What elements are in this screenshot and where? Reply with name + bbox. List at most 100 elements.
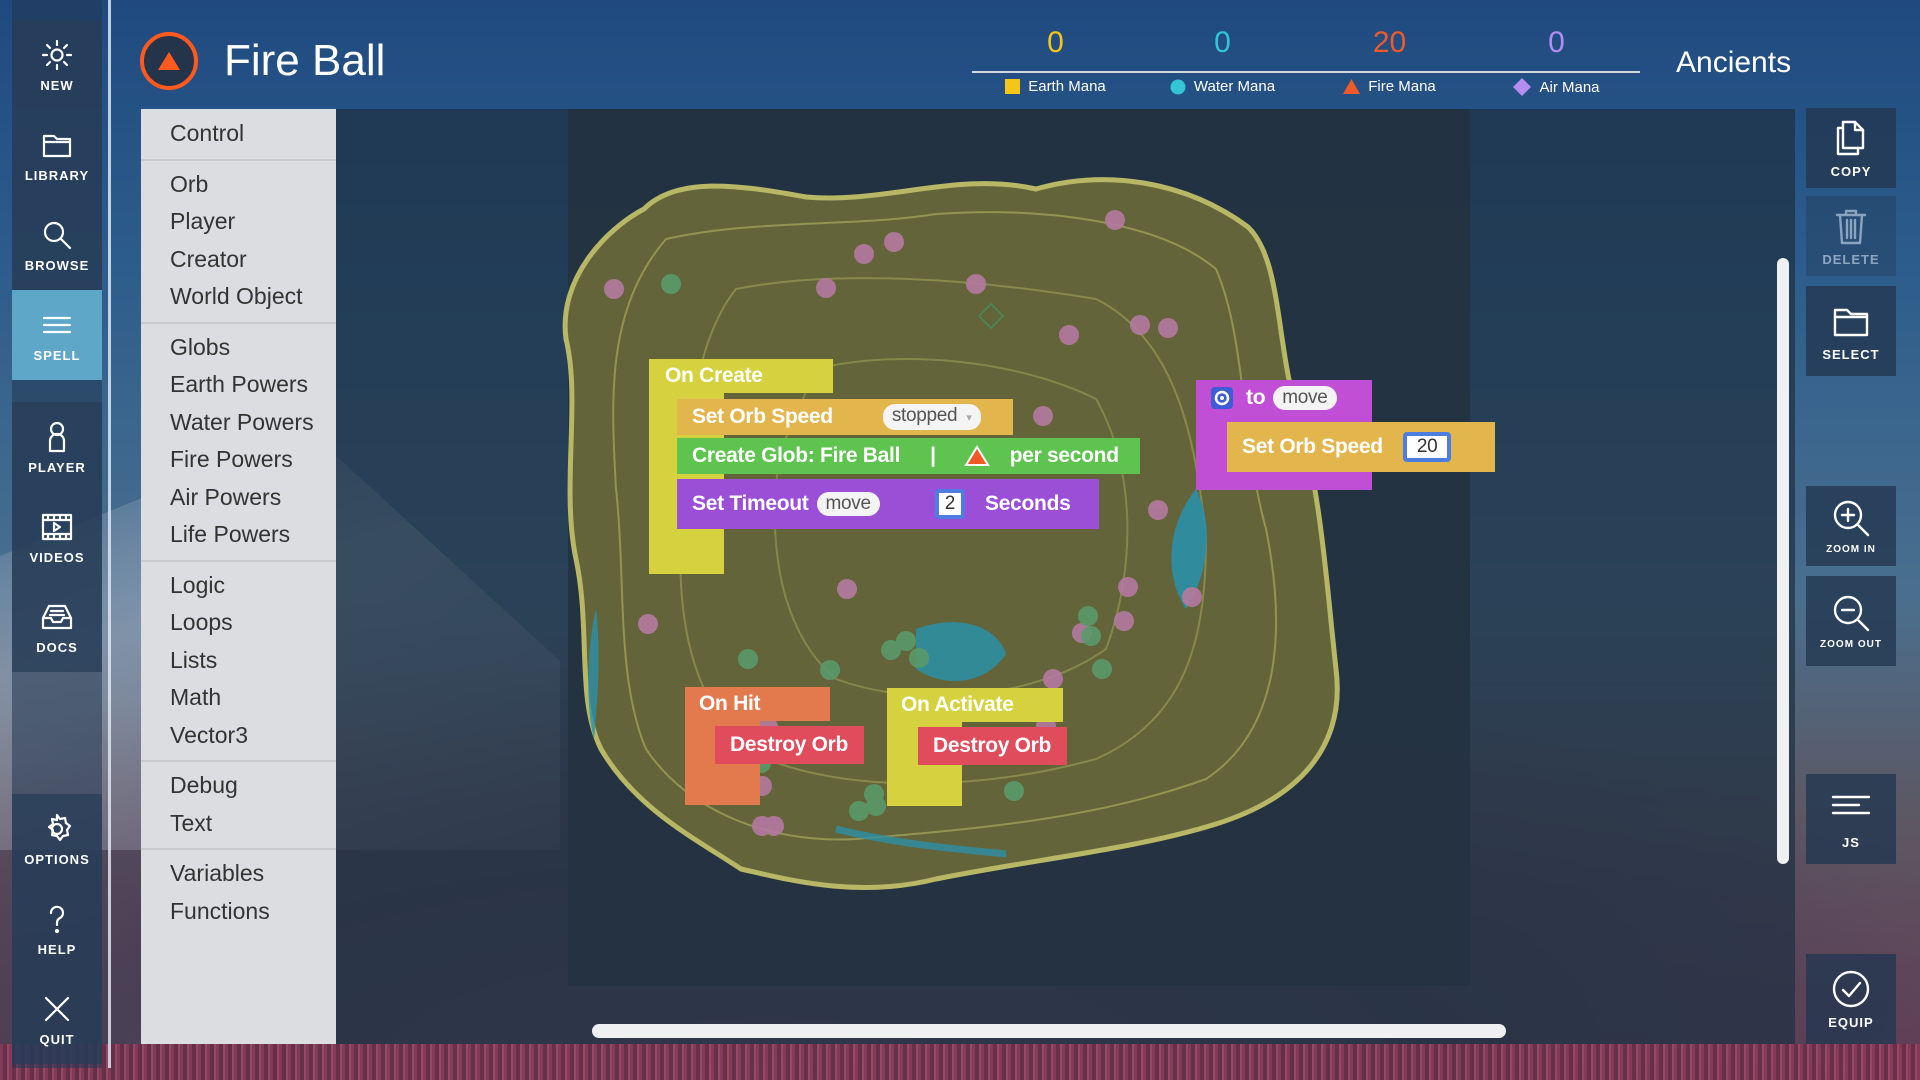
folder-icon bbox=[42, 134, 72, 157]
copy-label: COPY bbox=[1830, 163, 1872, 179]
timeout-variable[interactable]: move bbox=[816, 492, 880, 516]
function-name[interactable]: move bbox=[1273, 386, 1337, 410]
function-set-orb-speed-block[interactable]: Set Orb Speed 20 bbox=[1227, 422, 1495, 472]
nav-library-button[interactable]: LIBRARY bbox=[12, 110, 102, 200]
category-vector3[interactable]: Vector3 bbox=[141, 717, 336, 755]
set-orb-speed-label: Set Orb Speed bbox=[692, 405, 833, 428]
mana-label-text: Fire Mana bbox=[1368, 78, 1436, 95]
on-activate-hat[interactable]: On Activate bbox=[887, 688, 1063, 722]
inbox-icon bbox=[41, 604, 73, 629]
nav-options-button[interactable]: OPTIONS bbox=[12, 794, 102, 884]
nav-videos-button[interactable]: VIDEOS bbox=[12, 492, 102, 582]
nav-label: PLAYER bbox=[28, 459, 86, 475]
nav-label: BROWSE bbox=[24, 257, 90, 273]
on-hit-hat[interactable]: On Hit bbox=[685, 687, 830, 721]
island-map bbox=[562, 177, 1340, 891]
category-logic[interactable]: Logic bbox=[141, 567, 336, 605]
set-timeout-block[interactable]: Set Timeout move 2 Seconds bbox=[677, 479, 1099, 529]
equip-button[interactable]: EQUIP bbox=[1806, 954, 1896, 1044]
destroy-orb-label: Destroy Orb bbox=[933, 734, 1052, 757]
zoom-out-button[interactable]: ZOOM OUT bbox=[1806, 576, 1896, 666]
on-create-label: On Create bbox=[665, 364, 763, 387]
speed-dropdown-value: stopped bbox=[891, 405, 958, 426]
seconds-label: Seconds bbox=[985, 492, 1071, 515]
zoom-in-button[interactable]: ZOOM IN bbox=[1806, 486, 1896, 566]
category-text[interactable]: Text bbox=[141, 805, 336, 843]
category-functions[interactable]: Functions bbox=[141, 893, 336, 931]
nav-new-button[interactable]: NEW bbox=[12, 20, 102, 110]
category-earth-powers[interactable]: Earth Powers bbox=[141, 366, 336, 404]
category-water-powers[interactable]: Water Powers bbox=[141, 404, 336, 442]
zoom-in-icon bbox=[1833, 500, 1870, 536]
nav-player-button[interactable]: PLAYER bbox=[12, 402, 102, 492]
delete-button[interactable]: DELETE bbox=[1806, 196, 1896, 276]
close-icon bbox=[44, 996, 70, 1021]
zoom-out-icon bbox=[1833, 595, 1870, 631]
category-loops[interactable]: Loops bbox=[141, 604, 336, 642]
category-lists[interactable]: Lists bbox=[141, 642, 336, 680]
on-activate-destroy-orb-block[interactable]: Destroy Orb bbox=[918, 727, 1067, 765]
category-player[interactable]: Player bbox=[141, 203, 336, 241]
mana-divider bbox=[972, 71, 1640, 73]
text-align-icon bbox=[1831, 795, 1871, 814]
category-fire-powers[interactable]: Fire Powers bbox=[141, 441, 336, 479]
copy-icon bbox=[1836, 120, 1865, 155]
question-icon bbox=[49, 905, 65, 933]
category-orb[interactable]: Orb bbox=[141, 166, 336, 204]
left-nav: NEW LIBRARY BROWSE SPELL PLAYER VIDEOS D… bbox=[12, 0, 102, 1068]
search-icon bbox=[43, 221, 72, 249]
category-control[interactable]: Control bbox=[141, 115, 336, 153]
category-divider bbox=[141, 760, 336, 762]
category-divider bbox=[141, 559, 336, 562]
category-divider bbox=[141, 848, 336, 850]
nav-docs-button[interactable]: DOCS bbox=[12, 582, 102, 672]
category-creator[interactable]: Creator bbox=[141, 241, 336, 279]
create-glob-label: Create Glob: Fire Ball bbox=[692, 444, 901, 467]
category-debug[interactable]: Debug bbox=[141, 767, 336, 805]
function-speed-value[interactable]: 20 bbox=[1402, 432, 1452, 462]
timeout-value[interactable]: 2 bbox=[934, 489, 966, 519]
speed-dropdown[interactable]: stopped ▾ bbox=[882, 404, 981, 430]
select-button[interactable]: SELECT bbox=[1806, 286, 1896, 376]
function-set-orb-speed-label: Set Orb Speed bbox=[1242, 435, 1383, 458]
nav-label: HELP bbox=[37, 941, 77, 957]
create-glob-block[interactable]: Create Glob: Fire Ball | per second bbox=[677, 438, 1140, 474]
nav-browse-button[interactable]: BROWSE bbox=[12, 200, 102, 290]
destroy-orb-label: Destroy Orb bbox=[730, 733, 849, 756]
nav-spell-button[interactable]: SPELL bbox=[12, 290, 102, 380]
folder-icon bbox=[1833, 308, 1869, 336]
set-orb-speed-block[interactable]: Set Orb Speed stopped ▾ bbox=[677, 399, 1013, 435]
separator-bar: | bbox=[930, 444, 936, 467]
category-math[interactable]: Math bbox=[141, 679, 336, 717]
on-hit-destroy-orb-block[interactable]: Destroy Orb bbox=[715, 726, 864, 764]
workspace-vertical-scrollbar[interactable] bbox=[1777, 258, 1789, 864]
chevron-down-icon: ▾ bbox=[966, 412, 972, 424]
category-world-object[interactable]: World Object bbox=[141, 278, 336, 316]
spell-title[interactable]: Fire Ball bbox=[224, 36, 385, 86]
workspace-horizontal-scrollbar[interactable] bbox=[592, 1024, 1506, 1038]
category-variables[interactable]: Variables bbox=[141, 855, 336, 893]
check-circle-icon bbox=[1832, 970, 1870, 1007]
mana-label-air: Air Mana bbox=[1473, 78, 1640, 96]
nav-help-button[interactable]: HELP bbox=[12, 884, 102, 974]
copy-button[interactable]: COPY bbox=[1806, 108, 1896, 188]
category-life-powers[interactable]: Life Powers bbox=[141, 516, 336, 554]
function-move-hat[interactable]: to move bbox=[1196, 380, 1372, 416]
zoom-out-label: ZOOM OUT bbox=[1820, 638, 1882, 650]
select-label: SELECT bbox=[1822, 346, 1880, 362]
faction-label[interactable]: Ancients bbox=[1676, 46, 1791, 80]
nav-quit-button[interactable]: QUIT bbox=[12, 974, 102, 1064]
category-divider bbox=[141, 321, 336, 324]
category-globs[interactable]: Globs bbox=[141, 329, 336, 367]
block-workspace[interactable]: On Create Set Orb Speed stopped ▾ Create… bbox=[336, 109, 1795, 1044]
trash-icon bbox=[1835, 209, 1867, 244]
mana-bar: 0 0 20 0 Earth Mana Water Mana Fire Mana… bbox=[972, 26, 1640, 98]
person-icon bbox=[48, 421, 66, 452]
nav-label: QUIT bbox=[39, 1031, 75, 1047]
mana-label-earth: Earth Mana bbox=[972, 78, 1139, 95]
category-air-powers[interactable]: Air Powers bbox=[141, 479, 336, 517]
on-create-hat[interactable]: On Create bbox=[649, 359, 833, 393]
nav-label: LIBRARY bbox=[24, 167, 90, 183]
spell-header: Fire Ball bbox=[140, 32, 385, 90]
js-button[interactable]: JS bbox=[1806, 774, 1896, 864]
